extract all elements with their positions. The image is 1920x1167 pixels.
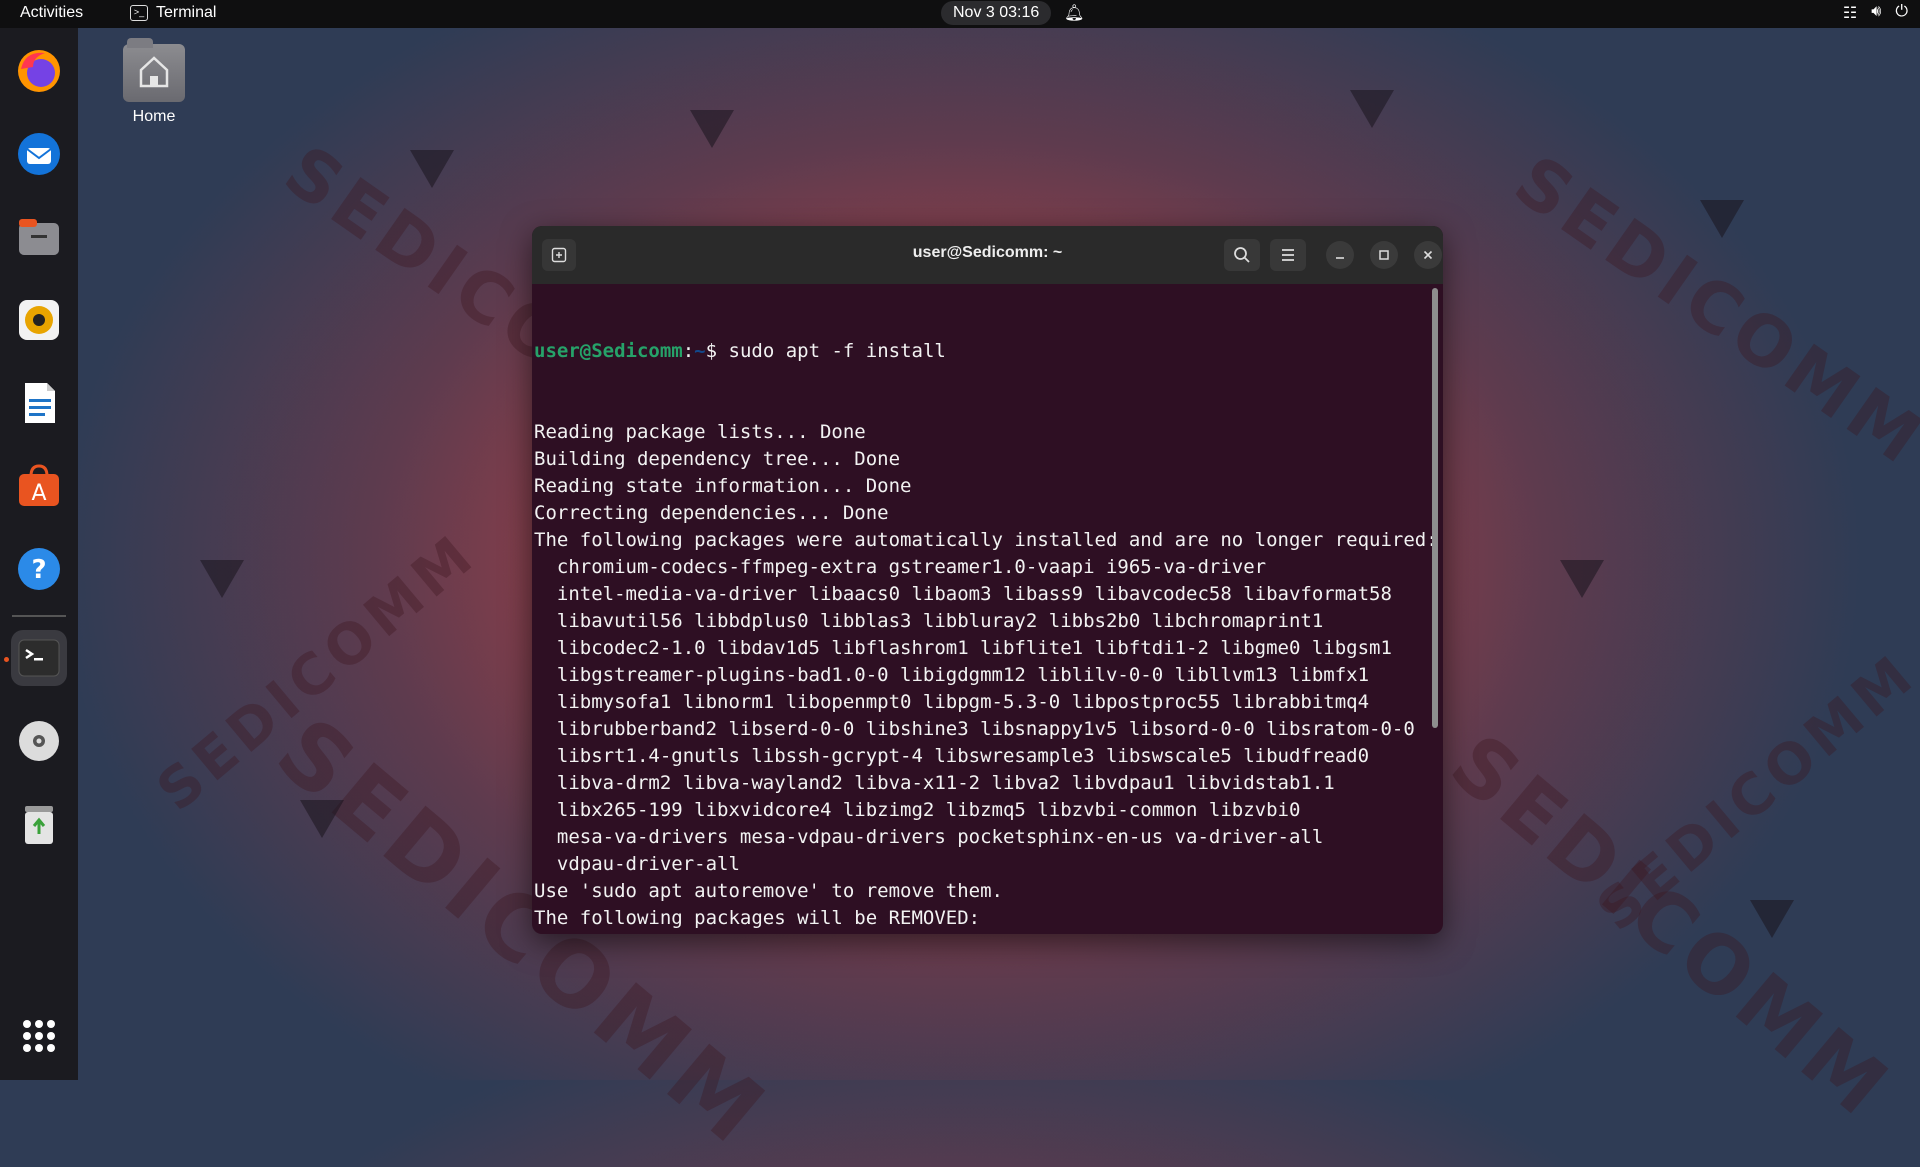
app-center-icon: A bbox=[19, 464, 59, 506]
menu-button[interactable] bbox=[1270, 239, 1306, 271]
wallpaper-watermark: SEDICOMM bbox=[1433, 716, 1909, 1137]
dock-writer[interactable] bbox=[11, 375, 67, 431]
minimize-icon bbox=[1336, 257, 1344, 259]
running-indicator bbox=[4, 657, 9, 662]
prompt-symbol: $ bbox=[705, 340, 729, 362]
output-line: libavutil56 libbdplus0 libblas3 libblura… bbox=[534, 610, 1324, 632]
window-title: user@Sedicomm: ~ bbox=[912, 244, 1063, 261]
close-button[interactable] bbox=[1414, 241, 1442, 269]
power-icon: ⏻ bbox=[1895, 3, 1908, 20]
wallpaper-watermark: SEDICOMM bbox=[145, 520, 489, 825]
rhythmbox-icon bbox=[19, 300, 59, 340]
wallpaper-watermark: SEDICOMM bbox=[1585, 640, 1920, 945]
bell-icon: 🔔︎ bbox=[1064, 5, 1085, 22]
search-button[interactable] bbox=[1224, 239, 1260, 271]
output-line: Correcting dependencies... Done bbox=[534, 502, 889, 524]
dock-separator bbox=[12, 615, 66, 617]
output-line: Building dependency tree... Done bbox=[534, 448, 901, 470]
dock-rhythmbox[interactable] bbox=[11, 292, 67, 348]
wallpaper-triangle bbox=[1350, 90, 1394, 128]
output-line: Use 'sudo apt autoremove' to remove them… bbox=[534, 880, 1003, 902]
dock-app-center[interactable]: A bbox=[11, 458, 67, 514]
output-line: vdpau-driver-all bbox=[534, 853, 740, 875]
terminal-icon: >_ bbox=[130, 5, 148, 21]
prompt-user: user@Sedicomm bbox=[534, 340, 683, 362]
output-line: The following packages were automaticall… bbox=[534, 529, 1438, 551]
output-line: mesa-va-drivers mesa-vdpau-drivers pocke… bbox=[534, 826, 1324, 848]
prompt-path: ~ bbox=[694, 340, 706, 362]
dock-trash[interactable] bbox=[11, 796, 67, 852]
output-line: librubberband2 libserd-0-0 libshine3 lib… bbox=[534, 718, 1415, 740]
output-line: libva-drm2 libva-wayland2 libva-x11-2 li… bbox=[534, 772, 1335, 794]
hamburger-menu-icon bbox=[1282, 249, 1294, 261]
files-icon bbox=[19, 219, 59, 255]
network-icon: ☷ bbox=[1842, 5, 1858, 22]
maximize-button[interactable] bbox=[1370, 241, 1398, 269]
output-line: libgstreamer-plugins-bad1.0-0 libigdgmm1… bbox=[534, 664, 1370, 686]
wallpaper-triangle bbox=[200, 560, 244, 598]
terminal-icon bbox=[18, 639, 60, 677]
folder-icon bbox=[123, 38, 185, 102]
output-line: libmysofa1 libnorm1 libopenmpt0 libpgm-5… bbox=[534, 691, 1370, 713]
dock-thunderbird[interactable] bbox=[11, 126, 67, 182]
output-line: libcodec2-1.0 libdav1d5 libflashrom1 lib… bbox=[534, 637, 1392, 659]
wallpaper-triangle bbox=[1750, 900, 1794, 938]
firefox-icon bbox=[18, 50, 60, 92]
volume-icon: 🔊︎ bbox=[1871, 3, 1882, 20]
libreoffice-writer-icon bbox=[25, 383, 55, 423]
title-bar[interactable]: user@Sedicomm: ~ bbox=[532, 226, 1443, 284]
dock: A ? bbox=[0, 28, 78, 1080]
terminal-window[interactable]: user@Sedicomm: ~ user@Sedicomm:~$ sudo a… bbox=[532, 226, 1443, 934]
dock-dvd[interactable] bbox=[11, 713, 67, 769]
activities-button[interactable]: Activities bbox=[20, 4, 83, 22]
dock-terminal[interactable] bbox=[11, 630, 67, 686]
output-line: libsrt1.4-gnutls libssh-gcrypt-4 libswre… bbox=[534, 745, 1370, 767]
prompt-separator: : bbox=[682, 340, 695, 362]
home-label: Home bbox=[132, 108, 176, 125]
output-line: chromium-codecs-ffmpeg-extra gstreamer1.… bbox=[534, 556, 1267, 578]
home-icon bbox=[139, 56, 169, 88]
clock-button[interactable]: Nov 3 03:16 bbox=[941, 1, 1052, 25]
dock-files[interactable] bbox=[11, 209, 67, 265]
trash-icon bbox=[25, 806, 53, 844]
wallpaper-triangle bbox=[410, 150, 454, 188]
wallpaper-watermark: SEDICOMM bbox=[1499, 139, 1920, 483]
scrollbar[interactable] bbox=[1432, 288, 1438, 728]
svg-text:?: ? bbox=[31, 555, 46, 585]
terminal-output[interactable]: user@Sedicomm:~$ sudo apt -f install Rea… bbox=[534, 284, 1438, 934]
wallpaper-triangle bbox=[690, 110, 734, 148]
system-menu[interactable]: ☷ 🔊︎ ⏻ bbox=[1843, 3, 1908, 23]
help-icon: ? bbox=[18, 548, 60, 590]
top-bar: Activities >_ Terminal Nov 3 03:16 🔔︎ ☷ … bbox=[0, 0, 1920, 28]
dock-help[interactable]: ? bbox=[11, 541, 67, 597]
thunderbird-icon bbox=[18, 133, 60, 175]
output-lines: Reading package lists... Done Building de… bbox=[534, 419, 1438, 934]
command-line: user@Sedicomm:~$ sudo apt -f install bbox=[534, 338, 1424, 365]
dvd-icon bbox=[19, 721, 59, 761]
minimize-button[interactable] bbox=[1326, 241, 1354, 269]
wallpaper-triangle bbox=[300, 800, 344, 838]
output-line: mysql-workbench-community bbox=[534, 932, 1424, 934]
app-menu[interactable]: >_ Terminal bbox=[130, 4, 216, 22]
maximize-icon bbox=[1379, 250, 1389, 260]
desktop-home-icon[interactable]: Home bbox=[116, 38, 192, 126]
output-line: The following packages will be REMOVED: bbox=[534, 907, 981, 929]
output-line: Reading package lists... Done bbox=[534, 421, 866, 443]
app-name: Terminal bbox=[156, 4, 217, 21]
output-line: intel-media-va-driver libaacs0 libaom3 l… bbox=[534, 583, 1392, 605]
output-line: libx265-199 libxvidcore4 libzimg2 libzmq… bbox=[534, 799, 1301, 821]
output-line: Reading state information... Done bbox=[534, 475, 912, 497]
svg-text:A: A bbox=[31, 481, 46, 506]
dock-app-grid[interactable] bbox=[11, 1008, 67, 1064]
dock-firefox[interactable] bbox=[11, 43, 67, 99]
command-text: sudo apt -f install bbox=[728, 340, 946, 362]
wallpaper-triangle bbox=[1560, 560, 1604, 598]
search-icon bbox=[1234, 247, 1250, 263]
app-grid-icon bbox=[23, 1020, 55, 1052]
close-icon bbox=[1423, 250, 1433, 260]
wallpaper-triangle bbox=[1700, 200, 1744, 238]
